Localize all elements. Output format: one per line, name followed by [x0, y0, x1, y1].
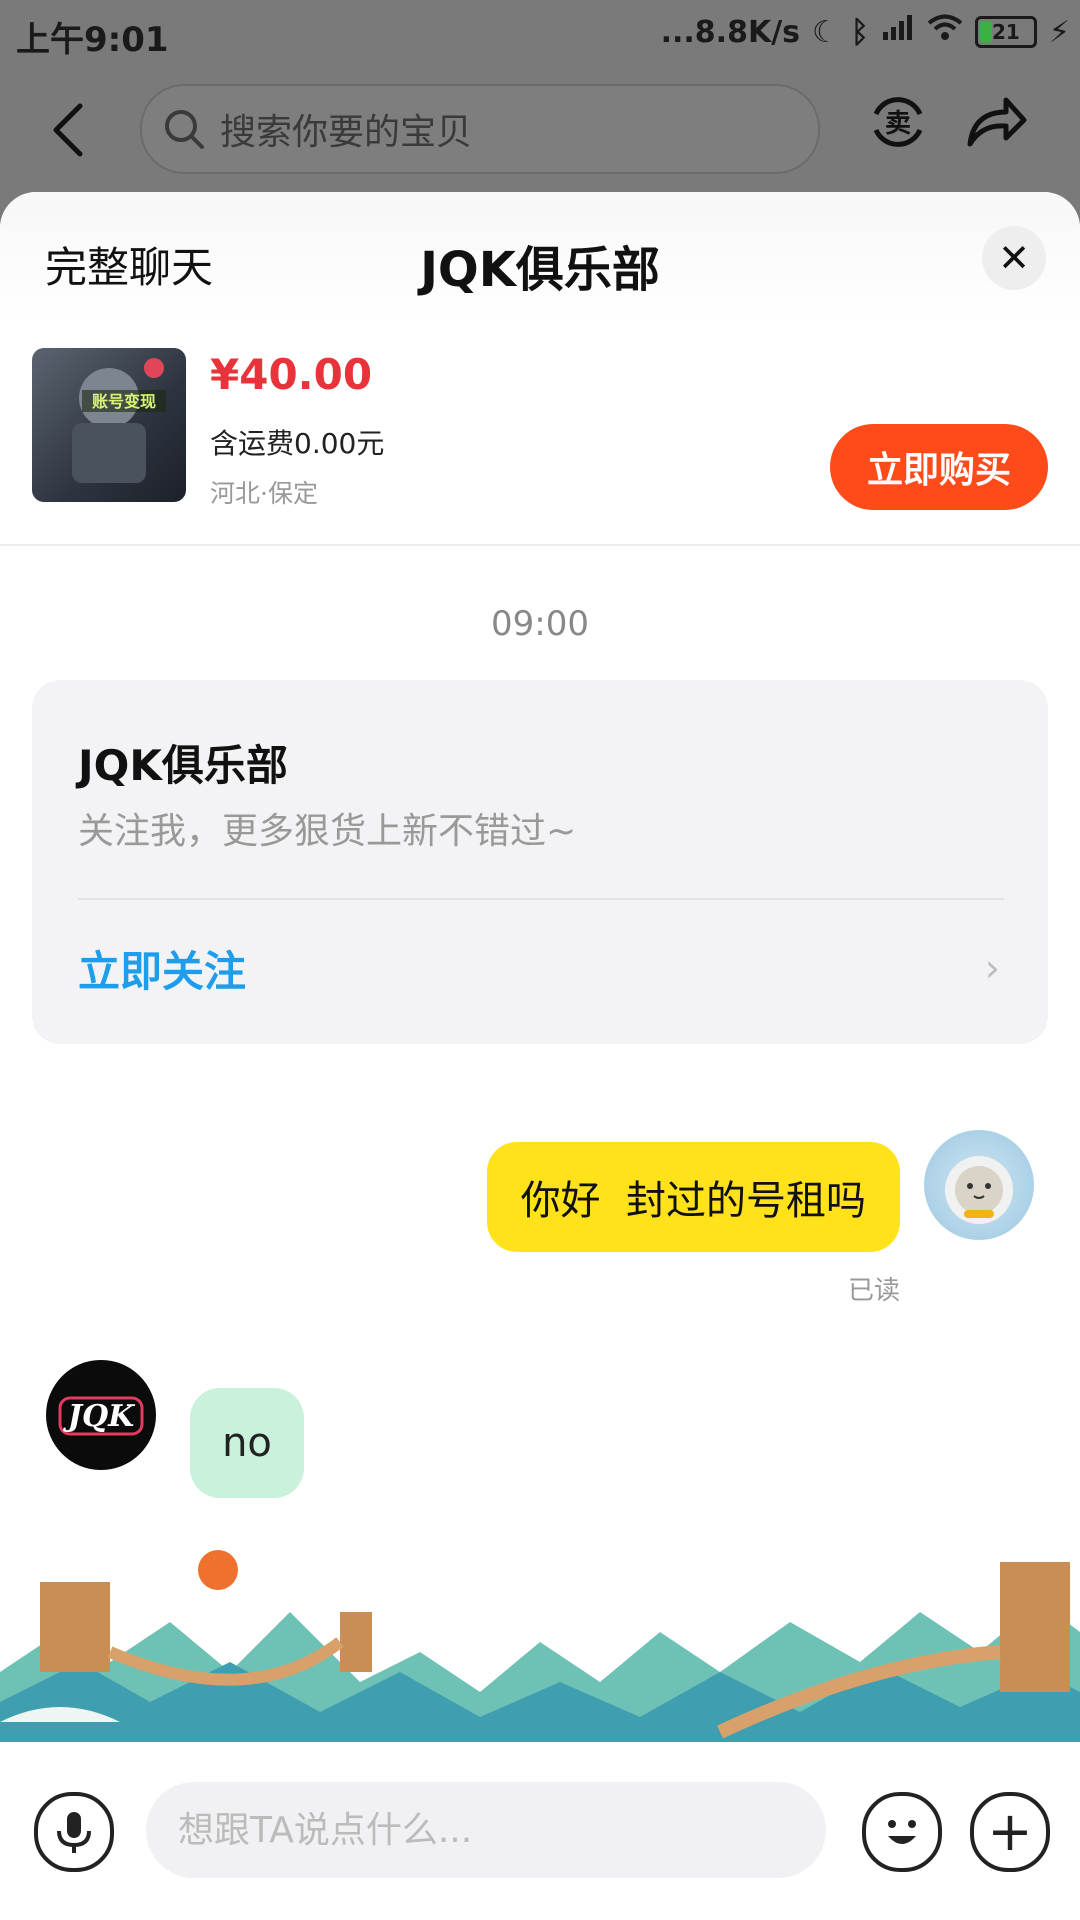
- voice-button[interactable]: [34, 1792, 114, 1872]
- seller-location: 河北·保定: [210, 479, 318, 508]
- search-placeholder: 搜索你要的宝贝: [220, 112, 473, 153]
- battery-level: 21: [992, 20, 1020, 44]
- charging-icon: ⚡: [1048, 14, 1070, 50]
- emoji-icon: [888, 1820, 916, 1844]
- battery-icon: 21: [974, 16, 1037, 48]
- divider: [78, 898, 1004, 900]
- incoming-message[interactable]: no: [190, 1388, 304, 1498]
- svg-text:卖: 卖: [885, 109, 911, 139]
- plus-icon: +: [987, 1800, 1033, 1863]
- follow-button[interactable]: 立即关注: [78, 938, 246, 999]
- signal-icon: [881, 14, 915, 50]
- chevron-right-icon: ›: [984, 946, 1000, 990]
- shipping-fee: 含运费0.00元: [210, 427, 385, 460]
- chat-sheet: 完整聊天 JQK俱乐部 ✕ 账号变现 ¥40.00 含运费0.00元 河北·保定…: [0, 192, 1080, 1920]
- close-button[interactable]: ✕: [982, 226, 1046, 290]
- network-speed: ...8.8K/s: [660, 14, 801, 50]
- share-icon[interactable]: [966, 92, 1028, 156]
- great-wall-illustration: [0, 1542, 1080, 1742]
- follow-card: JQK俱乐部 关注我，更多狠货上新不错过~ 立即关注 ›: [32, 680, 1048, 1044]
- my-avatar[interactable]: [924, 1130, 1034, 1240]
- emoji-button[interactable]: [862, 1792, 942, 1872]
- status-time: 上午9:01: [16, 20, 169, 60]
- more-button[interactable]: +: [970, 1792, 1050, 1872]
- sell-icon[interactable]: 卖: [868, 92, 928, 156]
- product-card[interactable]: 账号变现 ¥40.00 含运费0.00元 河北·保定 立即购买: [0, 322, 1080, 546]
- sheet-header: 完整聊天 JQK俱乐部 ✕: [0, 192, 1080, 322]
- search-icon: [165, 110, 204, 149]
- wifi-icon: [927, 14, 963, 50]
- close-icon: ✕: [998, 236, 1030, 280]
- microphone-icon: [57, 1812, 91, 1853]
- product-price: ¥40.00: [210, 350, 373, 399]
- follow-card-description: 关注我，更多狠货上新不错过~: [78, 811, 577, 852]
- buy-now-button[interactable]: 立即购买: [830, 424, 1048, 510]
- moon-icon: ☾: [812, 14, 839, 50]
- sheet-title: JQK俱乐部: [420, 242, 660, 298]
- back-arrow-icon: [53, 103, 83, 157]
- follow-card-shop-name: JQK俱乐部: [78, 741, 288, 790]
- input-bar: +: [0, 1754, 1080, 1920]
- bluetooth-icon: ᛒ: [850, 14, 869, 50]
- outgoing-message[interactable]: 你好 封过的号租吗: [486, 1142, 900, 1252]
- app-header: 搜索你要的宝贝 卖: [0, 70, 1080, 190]
- product-thumbnail[interactable]: 账号变现: [32, 348, 186, 502]
- message-input[interactable]: [146, 1782, 826, 1878]
- read-status: 已读: [847, 1276, 900, 1306]
- shop-avatar[interactable]: JQK: [46, 1360, 156, 1470]
- chat-timestamp: 09:00: [491, 604, 589, 644]
- back-button[interactable]: [48, 102, 98, 158]
- shop-avatar-text: JQK: [63, 1399, 136, 1434]
- status-icons: ...8.8K/s ☾ ᛒ 21 ⚡: [661, 14, 1070, 50]
- product-image-text: 账号变现: [92, 392, 156, 411]
- search-bar[interactable]: 搜索你要的宝贝: [140, 84, 820, 174]
- status-bar: 上午9:01 ...8.8K/s ☾ ᛒ 21 ⚡: [0, 0, 1080, 66]
